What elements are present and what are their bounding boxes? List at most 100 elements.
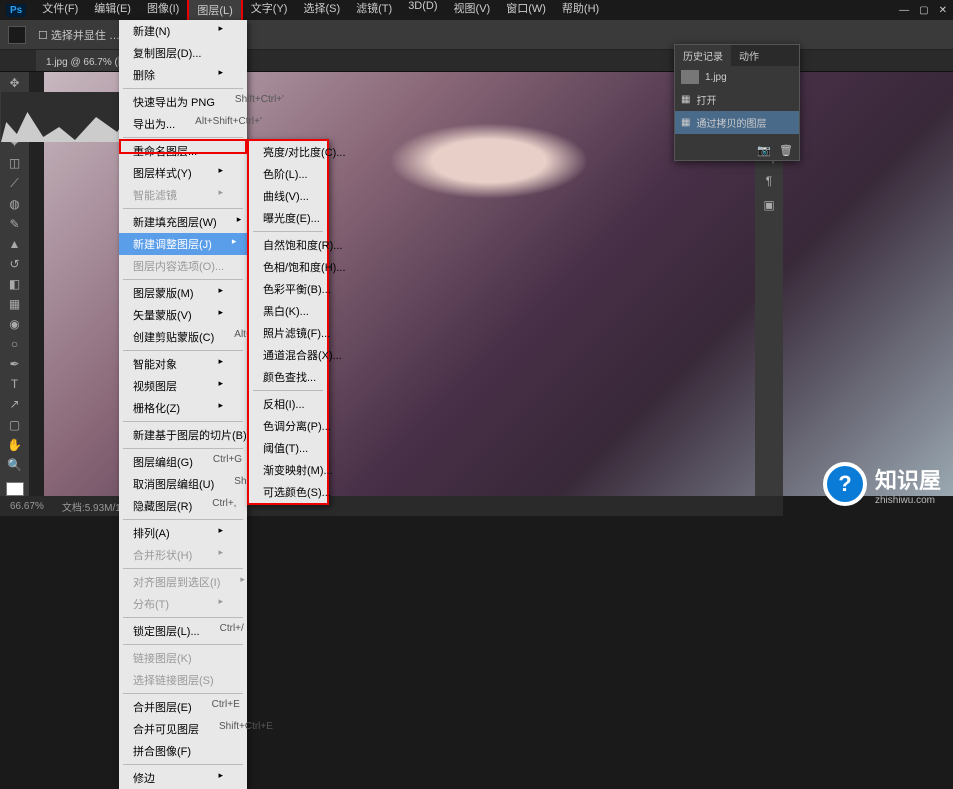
eraser-tool-icon[interactable]: ◧ <box>5 277 25 291</box>
auto-select-toggle[interactable]: ☐ 选择并显住 … <box>38 27 120 43</box>
submenu-item[interactable]: 曝光度(E)... <box>249 207 327 229</box>
submenu-item[interactable]: 阈值(T)... <box>249 437 327 459</box>
submenu-item[interactable]: 色调分离(P)... <box>249 415 327 437</box>
submenu-item[interactable]: 亮度/对比度(C)... <box>249 141 327 163</box>
gradient-tool-icon[interactable]: ▦ <box>5 297 25 311</box>
menu-item[interactable]: 拼合图像(F) <box>119 740 247 762</box>
watermark-cn: 知识屋 <box>875 463 941 495</box>
main-menu: 文件(F)编辑(E)图像(I)图层(L)文字(Y)选择(S)滤镜(T)3D(D)… <box>34 0 607 22</box>
menu-7[interactable]: 3D(D) <box>400 0 445 22</box>
menu-item: 对齐图层到选区(I) <box>119 571 247 593</box>
submenu-item[interactable]: 自然饱和度(R)... <box>249 234 327 256</box>
statusbar: 66.67% 文档:5.93M/11.9M <box>0 496 783 516</box>
type-tool-icon[interactable]: T <box>5 377 25 391</box>
menu-item[interactable]: 栅格化(Z) <box>119 397 247 419</box>
menu-item: 链接图层(K) <box>119 647 247 669</box>
zoom-tool-icon[interactable]: 🔍 <box>5 458 25 472</box>
menu-item[interactable]: 隐藏图层(R)Ctrl+, <box>119 495 247 517</box>
menu-item[interactable]: 修边 <box>119 767 247 789</box>
menu-item[interactable]: 新建基于图层的切片(B) <box>119 424 247 446</box>
brush-tool-icon[interactable]: ✎ <box>5 217 25 231</box>
menu-item[interactable]: 锁定图层(L)...Ctrl+/ <box>119 620 247 642</box>
menu-item[interactable]: 复制图层(D)... <box>119 42 247 64</box>
color-swatches[interactable] <box>6 482 24 496</box>
history-step[interactable]: ▦打开 <box>675 88 799 111</box>
tool-preset[interactable] <box>8 26 26 44</box>
watermark: ? 知识屋 zhishiwu.com <box>823 462 941 506</box>
heal-tool-icon[interactable]: ◍ <box>5 197 25 211</box>
menu-item[interactable]: 重命名图层... <box>119 140 247 162</box>
submenu-item[interactable]: 颜色查找... <box>249 366 327 388</box>
crop-tool-icon[interactable]: ◫ <box>5 156 25 170</box>
history-snapshot[interactable]: 1.jpg <box>675 66 799 88</box>
stamp-tool-icon[interactable]: ▲ <box>5 237 25 251</box>
menu-2[interactable]: 图像(I) <box>139 0 187 22</box>
menu-item[interactable]: 新建(N) <box>119 20 247 42</box>
menu-item: 图层内容选项(O)... <box>119 255 247 277</box>
path-tool-icon[interactable]: ↗ <box>5 397 25 411</box>
menu-item[interactable]: 导出为...Alt+Shift+Ctrl+' <box>119 113 247 135</box>
menu-item[interactable]: 图层样式(Y) <box>119 162 247 184</box>
titlebar: Ps 文件(F)编辑(E)图像(I)图层(L)文字(Y)选择(S)滤镜(T)3D… <box>0 0 953 20</box>
minimize-icon[interactable]: — <box>899 5 909 16</box>
eyedropper-tool-icon[interactable]: ⟋ <box>5 176 25 191</box>
menu-3[interactable]: 图层(L) <box>187 0 242 22</box>
blur-tool-icon[interactable]: ◉ <box>5 317 25 331</box>
hand-tool-icon[interactable]: ✋ <box>5 438 25 452</box>
move-tool-icon[interactable]: ✥ <box>5 76 25 90</box>
tab-history[interactable]: 历史记录 <box>675 45 731 66</box>
submenu-item[interactable]: 色相/饱和度(H)... <box>249 256 327 278</box>
close-icon[interactable]: ✕ <box>939 5 947 16</box>
menu-4[interactable]: 文字(Y) <box>243 0 296 22</box>
submenu-item[interactable]: 曲线(V)... <box>249 185 327 207</box>
menu-item[interactable]: 排列(A) <box>119 522 247 544</box>
menu-item[interactable]: 视频图层 <box>119 375 247 397</box>
menu-8[interactable]: 视图(V) <box>446 0 499 22</box>
menu-item[interactable]: 矢量蒙版(V) <box>119 304 247 326</box>
menu-5[interactable]: 选择(S) <box>295 0 348 22</box>
zoom-level[interactable]: 66.67% <box>10 501 44 512</box>
menu-6[interactable]: 滤镜(T) <box>348 0 400 22</box>
history-step[interactable]: ▦通过拷贝的图层 <box>675 111 799 134</box>
menu-item[interactable]: 智能对象 <box>119 353 247 375</box>
new-adjustment-layer-submenu: 亮度/对比度(C)...色阶(L)...曲线(V)...曝光度(E)... 自然饱… <box>247 139 329 505</box>
history-panel: 历史记录 动作 1.jpg ▦打开 ▦通过拷贝的图层 📷 🗑 <box>674 44 800 161</box>
submenu-item[interactable]: 照片滤镜(F)... <box>249 322 327 344</box>
window-controls: — ▢ ✕ <box>899 5 947 16</box>
menu-item[interactable]: 图层蒙版(M) <box>119 282 247 304</box>
maximize-icon[interactable]: ▢ <box>919 5 928 16</box>
submenu-item[interactable]: 色彩平衡(B)... <box>249 278 327 300</box>
para-icon[interactable]: ¶ <box>766 174 772 188</box>
menu-item[interactable]: 取消图层编组(U)Shift+Ctrl+G <box>119 473 247 495</box>
submenu-item[interactable]: 通道混合器(X)... <box>249 344 327 366</box>
menu-0[interactable]: 文件(F) <box>34 0 86 22</box>
menu-item[interactable]: 快速导出为 PNGShift+Ctrl+' <box>119 91 247 113</box>
submenu-item[interactable]: 反相(I)... <box>249 393 327 415</box>
camera-icon[interactable]: ▣ <box>763 198 774 212</box>
menu-item[interactable]: 合并图层(E)Ctrl+E <box>119 696 247 718</box>
menu-item[interactable]: 合并可见图层Shift+Ctrl+E <box>119 718 247 740</box>
submenu-item[interactable]: 黑白(K)... <box>249 300 327 322</box>
menu-item[interactable]: 图层编组(G)Ctrl+G <box>119 451 247 473</box>
shape-tool-icon[interactable]: ▢ <box>5 418 25 432</box>
tab-actions[interactable]: 动作 <box>731 45 767 66</box>
menu-item: 智能滤镜 <box>119 184 247 206</box>
camera-icon[interactable]: 📷 <box>757 144 771 158</box>
watermark-icon: ? <box>823 462 867 506</box>
submenu-item[interactable]: 渐变映射(M)... <box>249 459 327 481</box>
trash-icon[interactable]: 🗑 <box>779 144 793 158</box>
submenu-item[interactable]: 可选颜色(S)... <box>249 481 327 503</box>
menu-1[interactable]: 编辑(E) <box>86 0 139 22</box>
menu-item: 分布(T) <box>119 593 247 615</box>
pen-tool-icon[interactable]: ✒ <box>5 357 25 371</box>
menu-item[interactable]: 新建调整图层(J) <box>119 233 247 255</box>
menu-item[interactable]: 创建剪贴蒙版(C)Alt+Ctrl+G <box>119 326 247 348</box>
menu-item[interactable]: 新建填充图层(W) <box>119 211 247 233</box>
history-brush-icon[interactable]: ↺ <box>5 257 25 271</box>
menu-10[interactable]: 帮助(H) <box>554 0 607 22</box>
app-logo: Ps <box>6 4 26 17</box>
menu-9[interactable]: 窗口(W) <box>498 0 554 22</box>
dodge-tool-icon[interactable]: ○ <box>5 337 25 351</box>
submenu-item[interactable]: 色阶(L)... <box>249 163 327 185</box>
menu-item[interactable]: 删除 <box>119 64 247 86</box>
